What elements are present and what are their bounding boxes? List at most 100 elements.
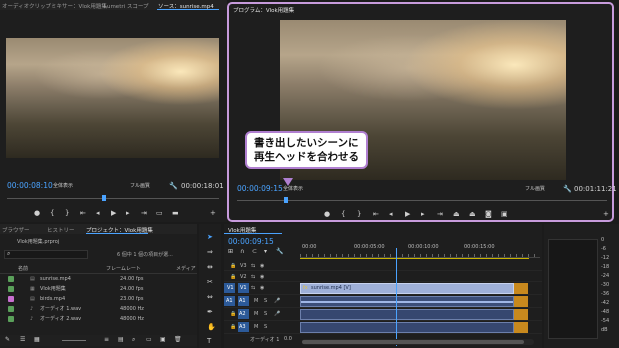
list-item[interactable]: ▤ sunrise.mp4 24.00 fps [0,275,197,284]
search-input[interactable] [4,250,88,259]
video-clip[interactable]: fx sunrise.mp4 [V] [300,283,514,294]
find-icon[interactable]: ⌕ [132,337,135,343]
extract-icon[interactable]: ⏏ [469,211,476,218]
timeline-scrollbar[interactable] [302,339,534,345]
source-playhead[interactable] [102,195,106,201]
snap-icon[interactable]: ∩ [240,249,244,255]
step-forward-icon[interactable]: ▸ [421,211,425,218]
mic-icon[interactable]: 🎤 [274,311,280,317]
lock-icon[interactable]: 🔒 [230,311,236,317]
tab-history[interactable]: ヒストリー [47,226,75,234]
wrench-icon[interactable]: 🔧 [169,183,178,190]
go-to-in-icon[interactable]: ⇤ [80,210,86,217]
marker-icon[interactable]: ● [324,211,330,218]
nest-icon[interactable]: ⊞ [228,249,233,255]
ripple-edit-tool-icon[interactable]: ⇹ [207,264,213,271]
selection-tool-icon[interactable]: ➤ [207,234,213,241]
list-item[interactable]: ♪ オーディオ 1.wav 48000 Hz [0,305,197,314]
list-view-icon[interactable]: ☰ [20,337,25,343]
go-to-in-icon[interactable]: ⇤ [373,211,379,218]
list-item[interactable]: ♪ オーディオ 2.wav 48000 Hz [0,315,197,324]
program-timecode[interactable]: 00:00:09:15 [237,185,283,193]
eye-icon[interactable]: ◉ [260,285,264,291]
audio-clip-end[interactable] [514,309,528,320]
audio-clip-end[interactable] [514,296,528,307]
solo-button[interactable]: S [264,324,267,330]
overwrite-icon[interactable]: ▬ [172,210,179,217]
mute-button[interactable]: M [254,324,258,330]
add-button-icon[interactable]: + [210,210,216,217]
solo-button[interactable]: S [264,311,267,317]
sync-lock-icon[interactable]: ⇆ [251,285,255,291]
timeline-playhead[interactable] [396,248,397,346]
solo-button[interactable]: S [264,298,267,304]
eye-icon[interactable]: ◉ [260,263,264,269]
track-label[interactable]: V2 [240,274,247,280]
audio-clip[interactable] [300,309,514,320]
compare-icon[interactable]: ▣ [501,211,508,218]
lock-icon[interactable]: 🔒 [230,263,236,269]
column-frame-rate[interactable]: フレームレート [106,267,141,272]
program-quality-dropdown[interactable]: フル画質 [525,187,545,192]
zoom-slider[interactable] [62,340,86,341]
lock-icon[interactable]: 🔒 [230,274,236,280]
add-marker-icon[interactable]: ▾ [264,249,267,255]
column-name[interactable]: 名前 [18,267,28,272]
list-item[interactable]: ▦ Vlok用題集 24.00 fps [0,285,197,294]
settings-icon[interactable]: 🔧 [276,249,283,255]
tab-program[interactable]: プログラム：Vlok用題集 [233,6,294,14]
sync-lock-icon[interactable]: ⇆ [251,263,255,269]
lock-icon[interactable]: 🔒 [230,324,236,330]
source-timecode[interactable]: 00:00:08:10 [7,182,53,190]
mark-out-icon[interactable]: } [357,211,361,218]
play-icon[interactable]: ▶ [111,210,116,217]
add-button-icon[interactable]: + [603,211,609,218]
linked-selection-icon[interactable]: ⊂ [252,249,257,255]
audio-clip-end[interactable] [514,322,528,333]
lift-icon[interactable]: ⏏ [453,211,460,218]
tab-lumetri-scope[interactable]: Lumetri スコープ [104,2,149,10]
icon-view-icon[interactable]: ▦ [34,337,40,343]
new-item-icon[interactable]: ▣ [160,337,166,343]
step-back-icon[interactable]: ◂ [389,211,393,218]
marker-icon[interactable]: ● [34,210,40,217]
hand-tool-icon[interactable]: ✋ [207,324,216,331]
mic-icon[interactable]: 🎤 [274,298,280,304]
camera-icon[interactable]: ◙ [485,211,492,218]
track-label[interactable]: V3 [240,263,247,269]
trash-icon[interactable]: 🗑 [174,337,182,343]
timeline-scroll-thumb[interactable] [302,340,524,344]
pencil-icon[interactable]: ✎ [5,337,10,343]
track-select-tool-icon[interactable]: ⇒ [207,249,213,256]
sync-lock-icon[interactable]: ⇆ [251,274,255,280]
pen-tool-icon[interactable]: ✒ [207,309,213,316]
play-icon[interactable]: ▶ [405,211,410,218]
mark-in-icon[interactable]: { [50,210,54,217]
video-clip-end[interactable] [514,283,528,294]
slip-tool-icon[interactable]: ⇔ [207,294,213,301]
mute-button[interactable]: M [254,311,258,317]
program-playhead[interactable] [284,197,288,203]
source-quality-dropdown[interactable]: フル画質 [130,184,150,189]
column-media[interactable]: メディア [176,267,196,272]
eye-icon[interactable]: ◉ [260,274,264,280]
step-forward-icon[interactable]: ▸ [126,210,130,217]
tab-audio-clip-mixer[interactable]: オーディオクリップミキサー：Vlok用題集 [2,2,107,10]
audio-clip[interactable] [300,322,514,333]
timeline-timecode[interactable]: 00:00:09:15 [228,238,274,246]
mute-button[interactable]: M [254,298,258,304]
mark-in-icon[interactable]: { [341,211,345,218]
automate-icon[interactable]: ▤ [118,337,124,343]
go-to-out-icon[interactable]: ⇥ [141,210,147,217]
work-area-bar[interactable] [300,258,529,259]
time-ruler[interactable]: 00:00 00:00:05:00 00:00:10:00 00:00:15:0… [300,242,540,258]
list-item[interactable]: ▤ birds.mp4 23.00 fps [0,295,197,304]
wrench-icon[interactable]: 🔧 [563,186,572,193]
audio-clip[interactable] [300,296,514,307]
program-fit-dropdown[interactable]: 全体表示 [283,187,303,192]
tab-browser[interactable]: ブラウザー [2,226,30,234]
step-back-icon[interactable]: ◂ [96,210,100,217]
program-scrubber[interactable] [237,200,607,201]
mark-out-icon[interactable]: } [65,210,69,217]
new-bin-icon[interactable]: ▭ [146,337,152,343]
